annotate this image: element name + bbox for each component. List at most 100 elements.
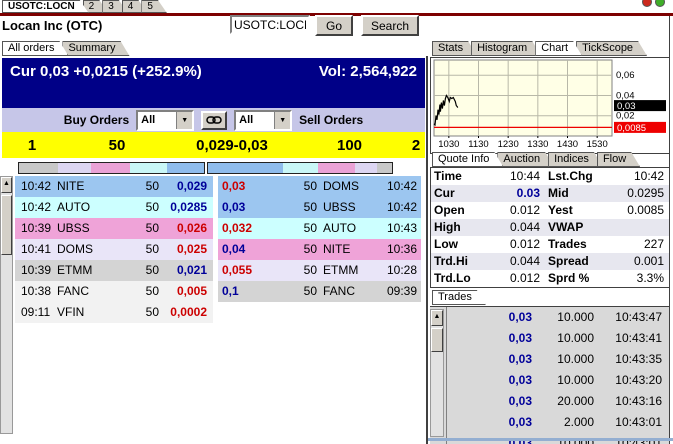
tab-quote-info[interactable]: Quote Info bbox=[432, 152, 503, 167]
sell-order-row[interactable]: 0,05550ETMM10:28 bbox=[218, 260, 421, 281]
chart-y-label: 0,04 bbox=[616, 90, 635, 101]
quote-value: 0.044 bbox=[483, 219, 545, 236]
tab-all-orders[interactable]: All orders bbox=[2, 41, 68, 56]
quote-value: 0.0295 bbox=[609, 185, 669, 202]
trade-size: 10.000 bbox=[532, 349, 594, 370]
depth-segment bbox=[208, 163, 283, 173]
bid-size: 50 bbox=[62, 137, 172, 154]
market-maker: ETMM bbox=[57, 260, 113, 281]
order-size: 50 bbox=[278, 176, 323, 197]
sell-filter-value: All bbox=[236, 114, 274, 126]
best-bid-offer-row: 1 50 0,029-0,03 100 2 bbox=[2, 132, 425, 158]
chevron-down-icon[interactable]: ▼ bbox=[176, 112, 192, 129]
ask-size: 100 bbox=[292, 137, 407, 154]
order-time: 10:36 bbox=[375, 239, 421, 260]
sell-order-row[interactable]: 0,03250AUTO10:43 bbox=[218, 218, 421, 239]
trade-row[interactable]: 0,0310.00010:43:35 bbox=[447, 349, 670, 370]
chart-y-label: 0,06 bbox=[616, 70, 635, 81]
tab-summary[interactable]: Summary bbox=[62, 41, 129, 56]
tab-flow[interactable]: Flow bbox=[597, 152, 640, 167]
chevron-down-icon[interactable]: ▼ bbox=[274, 112, 290, 129]
buy-filter-value: All bbox=[138, 114, 176, 126]
trade-row[interactable]: 0,0310.00010:43:20 bbox=[447, 370, 670, 391]
buy-filter-select[interactable]: All ▼ bbox=[136, 110, 194, 131]
trading-app-window: USOTC:LOCN2345 Locan Inc (OTC) Go Search… bbox=[0, 0, 673, 444]
depth-segment bbox=[377, 163, 392, 173]
sell-order-row[interactable]: 0,150FANC09:39 bbox=[218, 281, 421, 302]
trade-row[interactable]: 0,0320.00010:43:16 bbox=[447, 391, 670, 412]
order-price: 0,03 bbox=[218, 197, 278, 218]
sell-order-row[interactable]: 0,0450NITE10:36 bbox=[218, 239, 421, 260]
order-time: 09:11 bbox=[15, 302, 57, 323]
prev-close-label: 0,0085 bbox=[617, 123, 646, 134]
trade-row[interactable]: 0,0310.00010:43:41 bbox=[447, 328, 670, 349]
order-time: 10:42 bbox=[15, 197, 57, 218]
market-maker: NITE bbox=[323, 239, 375, 260]
buy-order-row[interactable]: 09:11VFIN500,0002 bbox=[15, 302, 213, 323]
green-status-icon bbox=[655, 0, 665, 7]
depth-segment bbox=[58, 163, 91, 173]
tab-trades[interactable]: Trades bbox=[432, 290, 486, 305]
go-button[interactable]: Go bbox=[315, 15, 353, 36]
chart-x-label: 1030 bbox=[438, 139, 459, 150]
order-time: 10:42 bbox=[15, 176, 57, 197]
quote-value: 0.012 bbox=[483, 270, 545, 287]
quote-info-row: Time10:44Lst.Chg10:42 bbox=[431, 168, 669, 185]
quote-info-row: Open0.012Yest0.0085 bbox=[431, 202, 669, 219]
page-title: Locan Inc (OTC) bbox=[2, 18, 102, 33]
window-tab-5[interactable]: 5 bbox=[141, 0, 167, 13]
order-size: 50 bbox=[278, 218, 323, 239]
buy-order-row[interactable]: 10:39UBSS500,026 bbox=[15, 218, 213, 239]
order-price: 0,025 bbox=[169, 239, 213, 260]
chart-x-label: 1330 bbox=[527, 139, 548, 150]
trades-tab-strip: Trades bbox=[432, 290, 480, 305]
scroll-up-icon[interactable]: ▲ bbox=[431, 310, 443, 326]
trade-row[interactable]: 0,032.00010:43:01 bbox=[447, 412, 670, 433]
quote-value: 10:42 bbox=[609, 168, 669, 185]
symbol-input[interactable] bbox=[230, 15, 310, 34]
orders-scrollbar[interactable]: ▲ bbox=[0, 176, 13, 434]
trade-time: 10:43:35 bbox=[594, 349, 670, 370]
buy-order-row[interactable]: 10:38FANC500,005 bbox=[15, 281, 213, 302]
tab-indices[interactable]: Indices bbox=[548, 152, 603, 167]
chart-y-label: 0,02 bbox=[616, 111, 635, 122]
tab-tickscope[interactable]: TickScope bbox=[576, 41, 647, 56]
buy-order-row[interactable]: 10:42NITE500,029 bbox=[15, 176, 213, 197]
order-size: 50 bbox=[113, 281, 169, 302]
order-price: 0,026 bbox=[169, 218, 213, 239]
order-size: 50 bbox=[278, 239, 323, 260]
market-maker: FANC bbox=[323, 281, 375, 302]
tab-histogram[interactable]: Histogram bbox=[471, 41, 541, 56]
sell-order-row[interactable]: 0,0350DOMS10:42 bbox=[218, 176, 421, 197]
order-time: 10:43 bbox=[375, 218, 421, 239]
buy-orders-label: Buy Orders bbox=[64, 113, 129, 127]
trade-size: 20.000 bbox=[532, 391, 594, 412]
order-size: 50 bbox=[113, 302, 169, 323]
search-button[interactable]: Search bbox=[361, 15, 419, 36]
quote-info-row: Trd.Lo0.012Sprd %3.3% bbox=[431, 270, 669, 287]
buy-order-row[interactable]: 10:39ETMM500,021 bbox=[15, 260, 213, 281]
trade-price: 0,03 bbox=[447, 412, 532, 433]
order-price: 0,055 bbox=[218, 260, 278, 281]
trade-row[interactable]: 0,0310.00010:43:47 bbox=[447, 307, 670, 328]
tab-auction[interactable]: Auction bbox=[497, 152, 554, 167]
scrollbar-thumb[interactable] bbox=[431, 328, 443, 352]
buy-order-row[interactable]: 10:41DOMS500,025 bbox=[15, 239, 213, 260]
window-tab-usotc:locn[interactable]: USOTC:LOCN bbox=[2, 0, 89, 13]
sell-filter-select[interactable]: All ▼ bbox=[234, 110, 292, 131]
link-filters-button[interactable] bbox=[201, 111, 227, 130]
trades-scrollbar[interactable]: ▲ bbox=[430, 309, 444, 437]
order-price: 0,1 bbox=[218, 281, 278, 302]
buy-order-row[interactable]: 10:42AUTO500,0285 bbox=[15, 197, 213, 218]
order-time: 10:41 bbox=[15, 239, 57, 260]
quote-info-tab-strip: Quote InfoAuctionIndicesFlow bbox=[432, 152, 634, 167]
tab-stats[interactable]: Stats bbox=[432, 41, 477, 56]
order-size: 50 bbox=[113, 260, 169, 281]
order-time: 10:28 bbox=[375, 260, 421, 281]
scroll-up-icon[interactable]: ▲ bbox=[1, 177, 12, 193]
sell-order-row[interactable]: 0,0350UBSS10:42 bbox=[218, 197, 421, 218]
scrollbar-thumb[interactable] bbox=[1, 195, 12, 255]
order-price: 0,04 bbox=[218, 239, 278, 260]
bid-ask-spread: 0,029-0,03 bbox=[172, 137, 292, 154]
tab-chart[interactable]: Chart bbox=[535, 41, 582, 56]
